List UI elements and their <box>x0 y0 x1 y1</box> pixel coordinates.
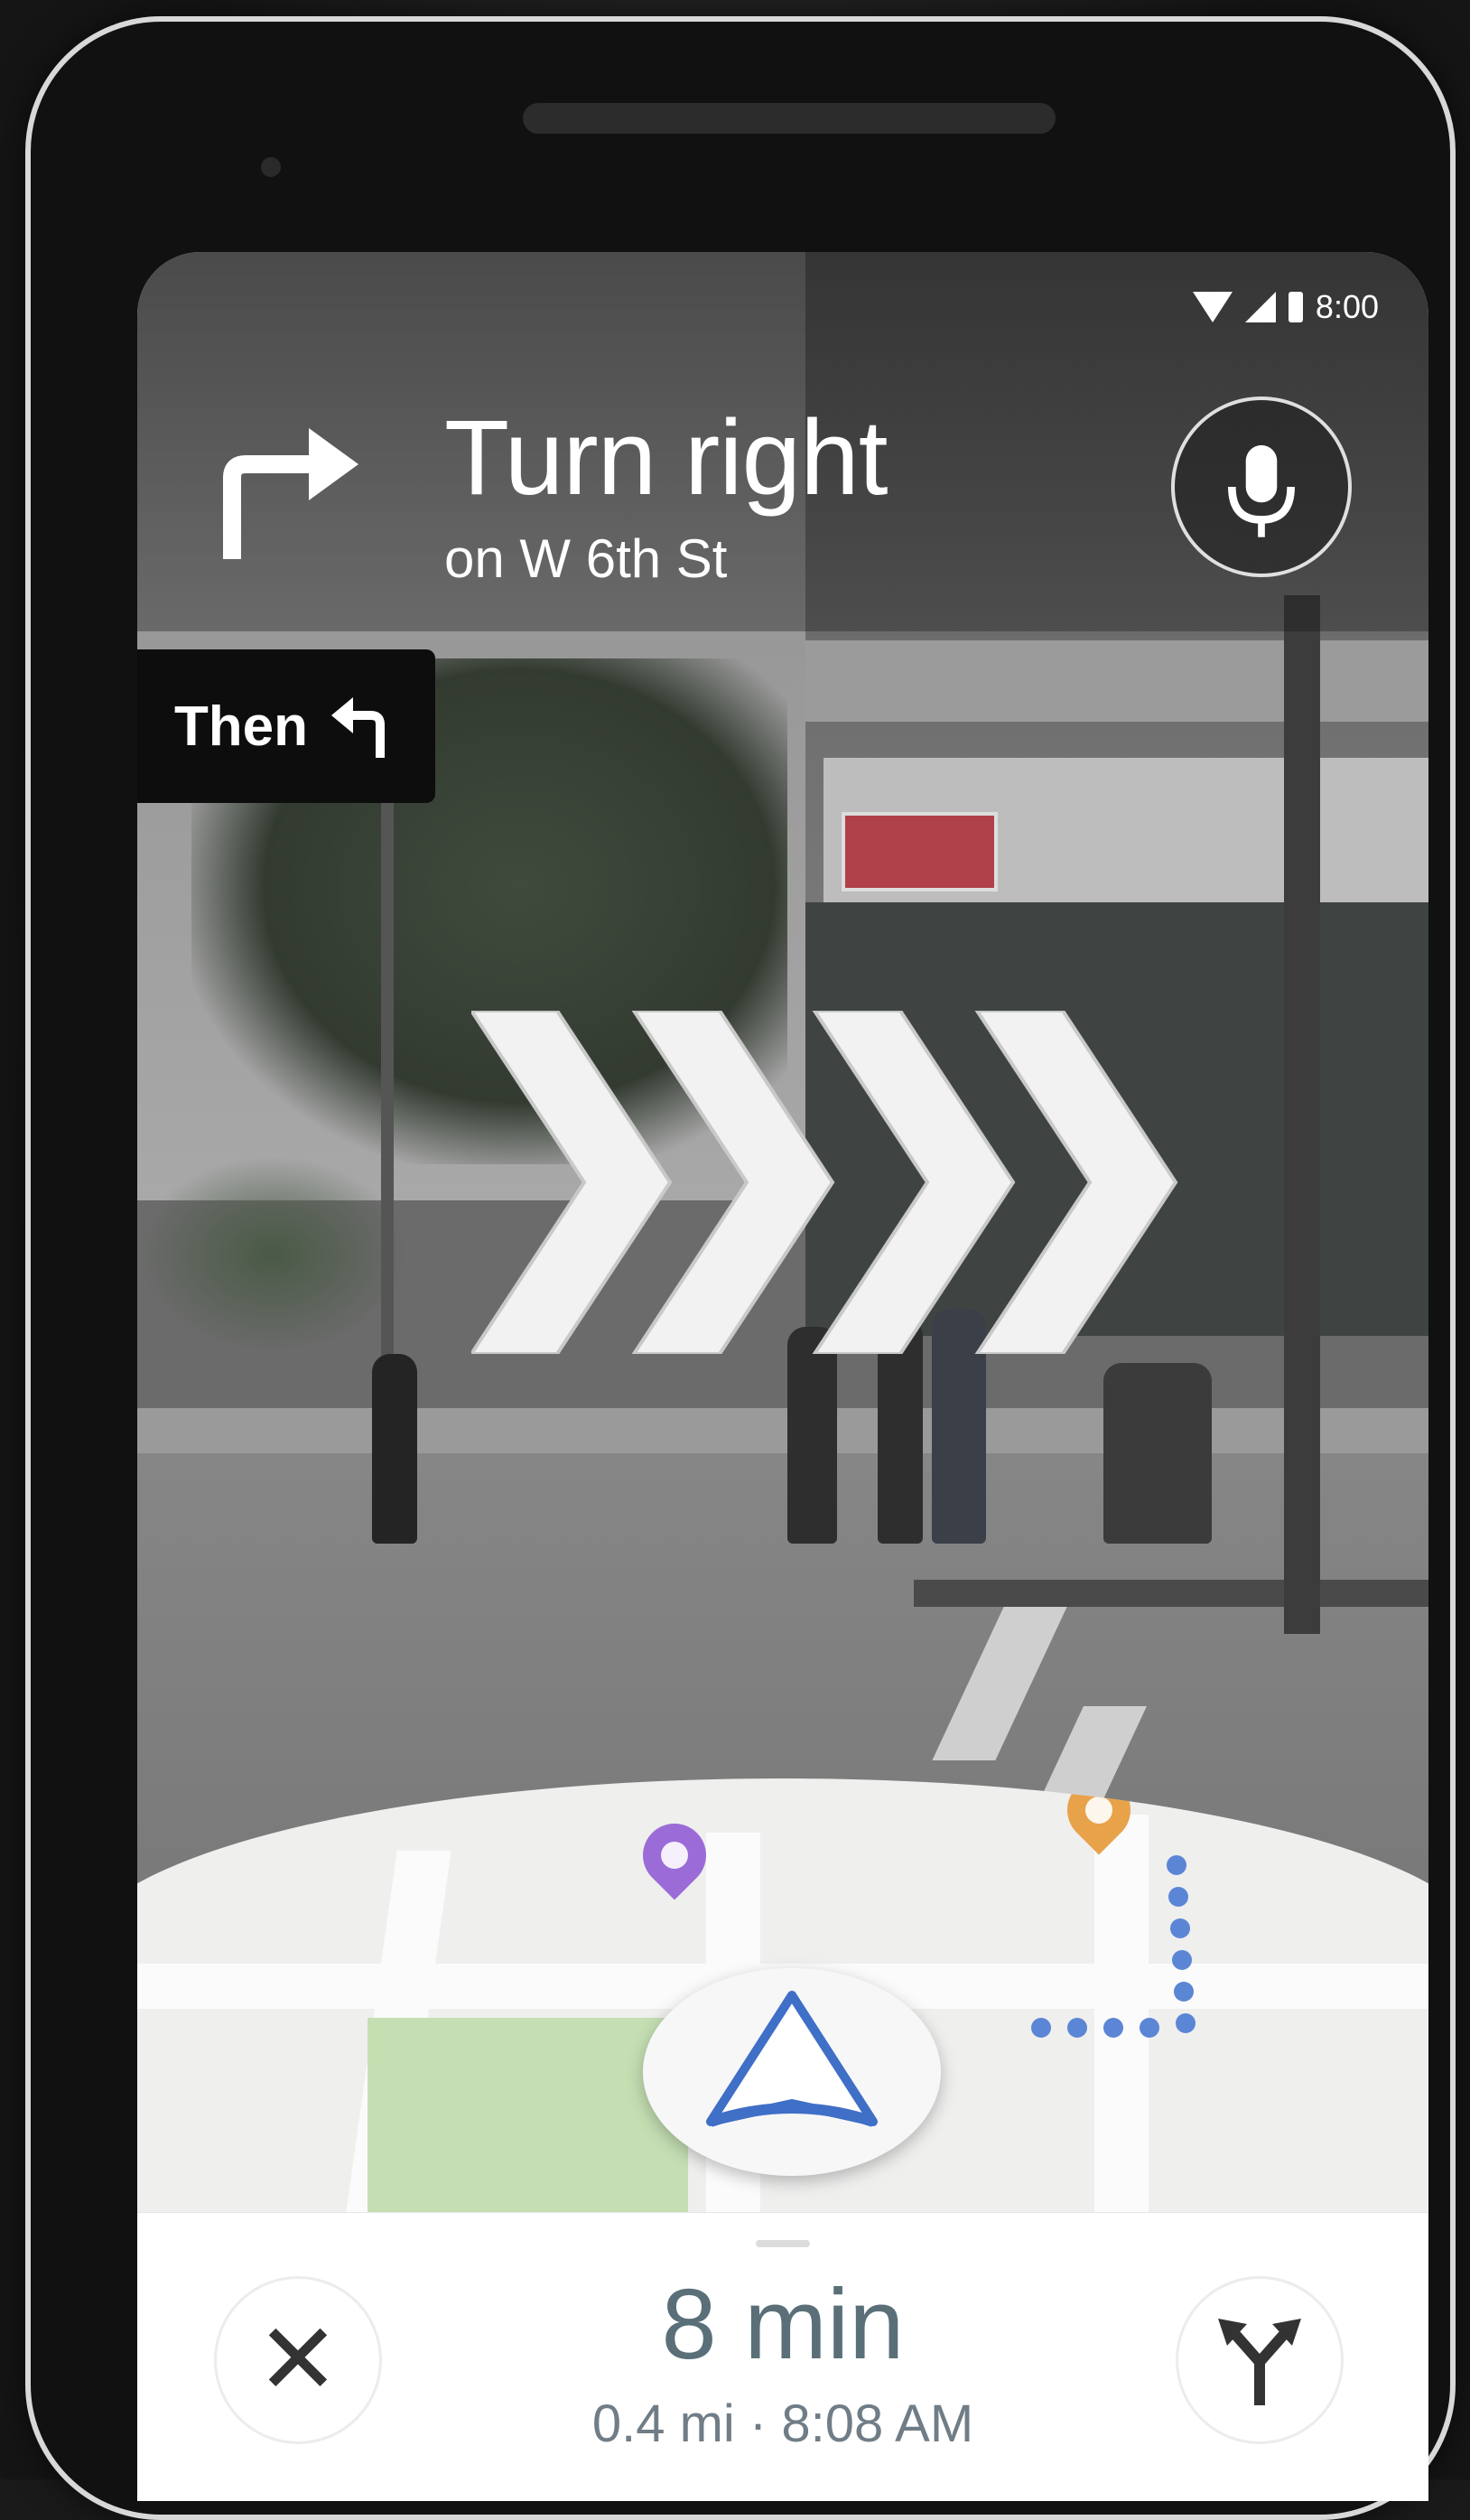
route-dot <box>1172 1950 1192 1970</box>
route-dot <box>1167 1855 1186 1875</box>
camera-pedestrian <box>787 1327 837 1544</box>
status-time: 8:00 <box>1315 288 1379 325</box>
route-dot <box>1170 1918 1190 1938</box>
microphone-icon <box>1228 444 1295 537</box>
then-label: Then <box>173 695 309 758</box>
earpiece-speaker <box>523 103 1056 134</box>
navigation-header: 8:00 Turn right on W 6th St <box>137 252 1428 631</box>
navigation-arrow-icon <box>706 1991 878 2127</box>
phone-frame: 8:00 Turn right on W 6th St Then ✕ 8 min… <box>25 16 1456 2520</box>
ar-chevron <box>471 1011 673 1354</box>
camera-pedestrian <box>372 1354 417 1544</box>
battery-icon <box>1288 292 1303 322</box>
camera-tree-small <box>137 1155 408 1354</box>
route-dot <box>1174 1982 1194 2002</box>
phone-screen: 8:00 Turn right on W 6th St Then ✕ 8 min… <box>137 252 1428 2501</box>
alternate-routes-icon <box>1218 2319 1301 2405</box>
trip-distance: 0.4 mi <box>591 2394 735 2453</box>
sheet-drag-handle[interactable] <box>756 2240 810 2247</box>
trip-summary-sheet: ✕ 8 min 0.4 mi · 8:08 AM <box>137 2212 1428 2501</box>
front-camera <box>261 157 281 177</box>
turn-left-icon <box>331 697 386 758</box>
route-dot <box>1067 2018 1087 2038</box>
alternate-routes-button[interactable] <box>1176 2276 1344 2444</box>
route-dot <box>1140 2018 1159 2038</box>
status-bar: 8:00 <box>1192 288 1379 326</box>
ar-direction-arrows <box>471 1011 1178 1354</box>
camera-cyclist <box>1103 1363 1212 1544</box>
camera-street-pole <box>1284 595 1320 1634</box>
route-dot <box>1176 2013 1196 2033</box>
turn-street: on W 6th St <box>444 528 728 589</box>
route-dot <box>1031 2018 1051 2038</box>
route-dot <box>1168 1887 1188 1907</box>
turn-right-icon <box>223 428 358 559</box>
route-dot <box>1103 2018 1123 2038</box>
ar-chevron <box>812 1011 1016 1354</box>
current-location-puck <box>643 1968 941 2176</box>
voice-search-button[interactable] <box>1171 397 1352 577</box>
signal-icon <box>1244 292 1276 322</box>
wifi-icon <box>1192 292 1233 322</box>
eta-separator: · <box>749 2394 768 2453</box>
arrival-time: 8:08 AM <box>781 2394 974 2453</box>
camera-curb <box>914 1580 1428 1607</box>
turn-instruction: Turn right <box>444 398 889 518</box>
camera-building-cornice <box>805 640 1428 722</box>
camera-store-sign <box>842 812 998 891</box>
next-maneuver-chip: Then <box>137 649 435 803</box>
map-park <box>368 2018 688 2235</box>
